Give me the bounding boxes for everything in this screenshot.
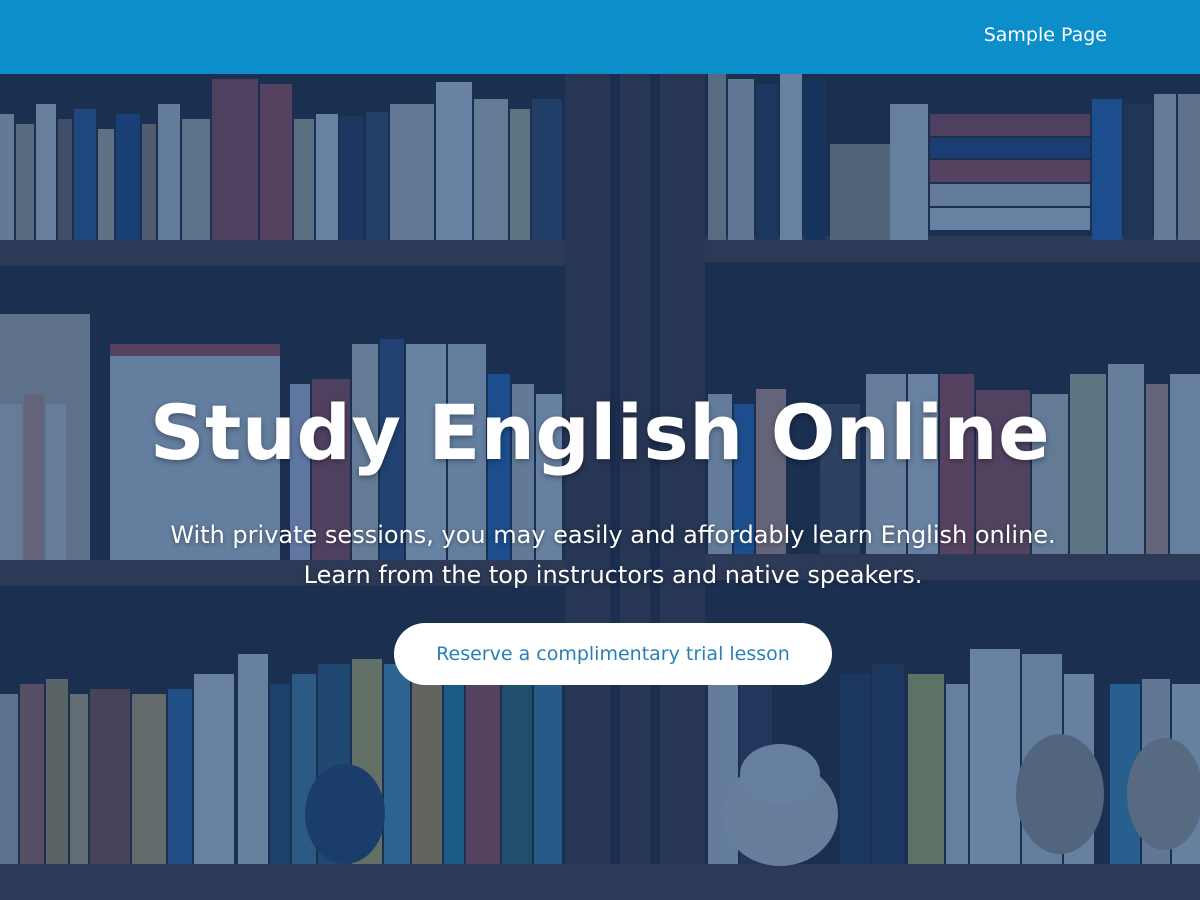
hero-title: Study English Online [149,388,1051,477]
hero-subtitle-line-1: With private sessions, you may easily an… [170,521,1056,549]
nav-link-sample-page[interactable]: Sample Page [984,24,1107,46]
top-navigation-bar: Sample Page [0,0,1200,74]
hero-subtitle: With private sessions, you may easily an… [0,515,1200,595]
hero-section [0,74,1200,900]
blue-tint-overlay [0,74,1200,900]
reserve-trial-lesson-button[interactable]: Reserve a complimentary trial lesson [394,623,832,685]
hero-subtitle-line-2: Learn from the top instructors and nativ… [303,561,923,589]
